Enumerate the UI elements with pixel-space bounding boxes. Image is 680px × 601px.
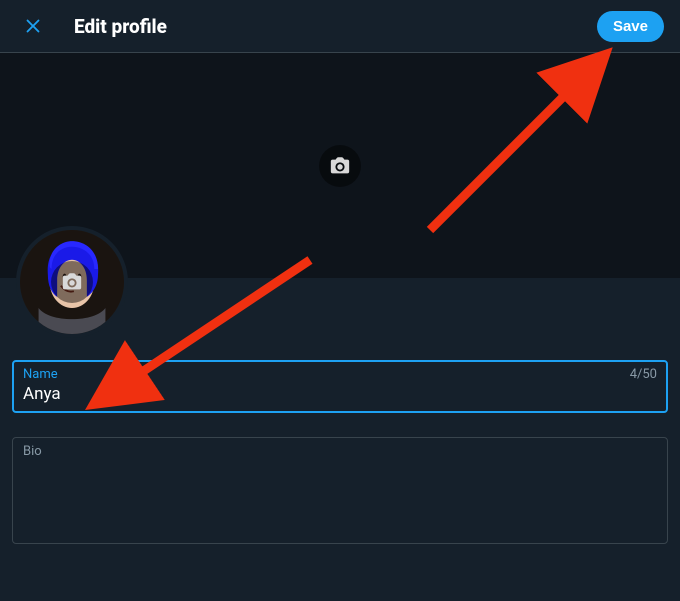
name-label: Name bbox=[23, 367, 58, 382]
avatar bbox=[16, 226, 128, 338]
name-input[interactable] bbox=[23, 384, 657, 404]
form-fields: Name 4/50 Bio bbox=[0, 360, 680, 544]
modal-header: Edit profile Save bbox=[0, 0, 680, 53]
bio-field[interactable]: Bio bbox=[12, 437, 668, 544]
avatar-area bbox=[16, 226, 128, 338]
close-button[interactable] bbox=[16, 9, 50, 43]
bio-input[interactable] bbox=[23, 461, 657, 531]
banner-upload-button[interactable] bbox=[319, 145, 361, 187]
bio-label: Bio bbox=[23, 444, 42, 459]
name-field[interactable]: Name 4/50 bbox=[12, 360, 668, 413]
camera-icon bbox=[329, 155, 351, 177]
name-counter: 4/50 bbox=[630, 367, 657, 382]
save-button[interactable]: Save bbox=[597, 11, 664, 42]
close-icon bbox=[22, 15, 44, 37]
bio-field-header: Bio bbox=[23, 444, 657, 459]
avatar-upload-button[interactable] bbox=[51, 261, 93, 303]
camera-icon bbox=[61, 271, 83, 293]
name-field-header: Name 4/50 bbox=[23, 367, 657, 382]
modal-title: Edit profile bbox=[74, 15, 597, 38]
